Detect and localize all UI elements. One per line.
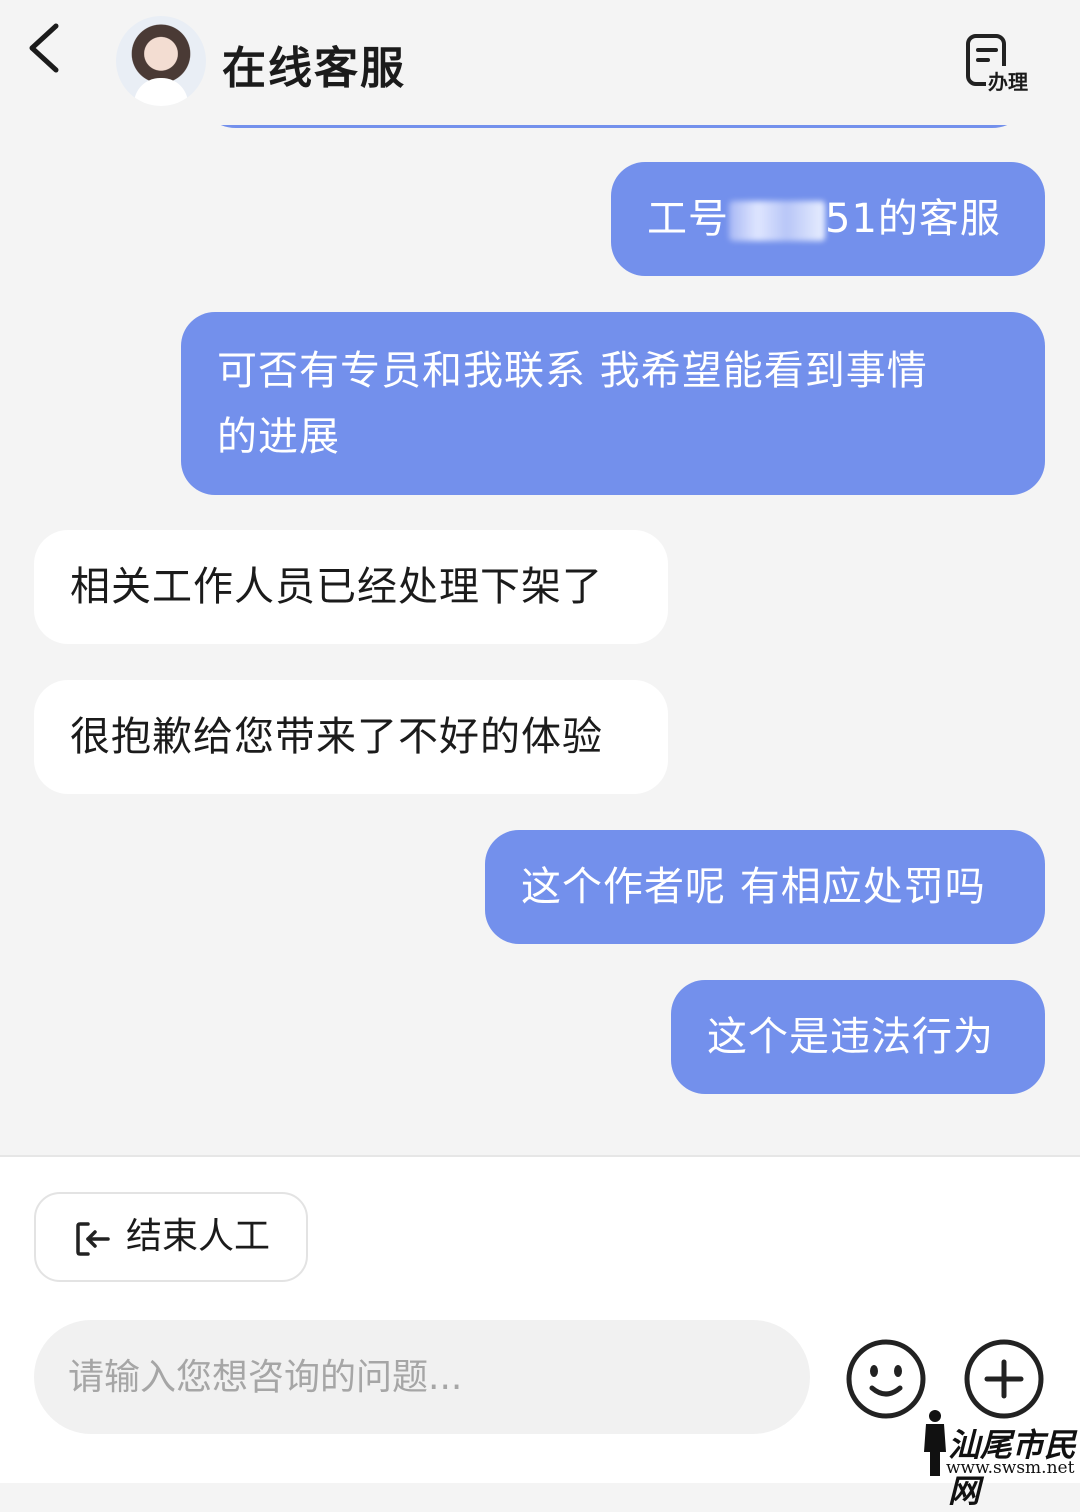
handle-button[interactable]: 办理 (962, 32, 1034, 96)
exit-icon (76, 1222, 110, 1256)
message-text: 工号 (647, 196, 729, 242)
page-title: 在线客服 (222, 43, 406, 94)
plus-icon (964, 1339, 1044, 1419)
message-text: 相关工作人员已经处理下架了 (70, 564, 603, 610)
message-bubble-me[interactable]: 这个作者呢 有相应处罚吗 (485, 830, 1045, 944)
message-text: 这个是违法行为 (707, 1014, 994, 1060)
message-bubble-me[interactable]: 工号 51的客服 (611, 162, 1045, 276)
message-bubble-agent[interactable]: 很抱歉给您带来了不好的体验 (34, 680, 668, 794)
question-input[interactable] (34, 1320, 810, 1434)
message-bubble-me[interactable]: 这个是违法行为 (671, 980, 1045, 1094)
handle-label: 办理 (986, 66, 1030, 95)
emoji-icon (846, 1339, 926, 1419)
message-text-line: 的进展 (217, 414, 340, 460)
message-bubble-agent[interactable]: 相关工作人员已经处理下架了 (34, 530, 668, 644)
chat-header: 在线客服 办理 (0, 0, 1080, 125)
redacted-employee-number (729, 201, 825, 241)
message-text: 51的客服 (825, 196, 1001, 242)
agent-avatar[interactable] (116, 16, 206, 106)
message-text: 很抱歉给您带来了不好的体验 (70, 714, 603, 760)
watermark-url: www.swsm.net (946, 1458, 1075, 1478)
back-arrow-icon (29, 23, 59, 73)
message-text: 这个作者呢 有相应处罚吗 (521, 864, 986, 910)
end-human-service-label: 结束人工 (126, 1216, 271, 1257)
end-human-service-button[interactable]: 结束人工 (34, 1192, 308, 1282)
avatar-shirt (134, 78, 188, 106)
message-text-line: 可否有专员和我联系 我希望能看到事情 (217, 348, 928, 394)
back-button[interactable] (22, 20, 72, 80)
message-bubble-me[interactable]: 可否有专员和我联系 我希望能看到事情 的进展 (181, 312, 1045, 495)
more-button[interactable] (963, 1338, 1045, 1420)
emoji-button[interactable] (845, 1338, 927, 1420)
